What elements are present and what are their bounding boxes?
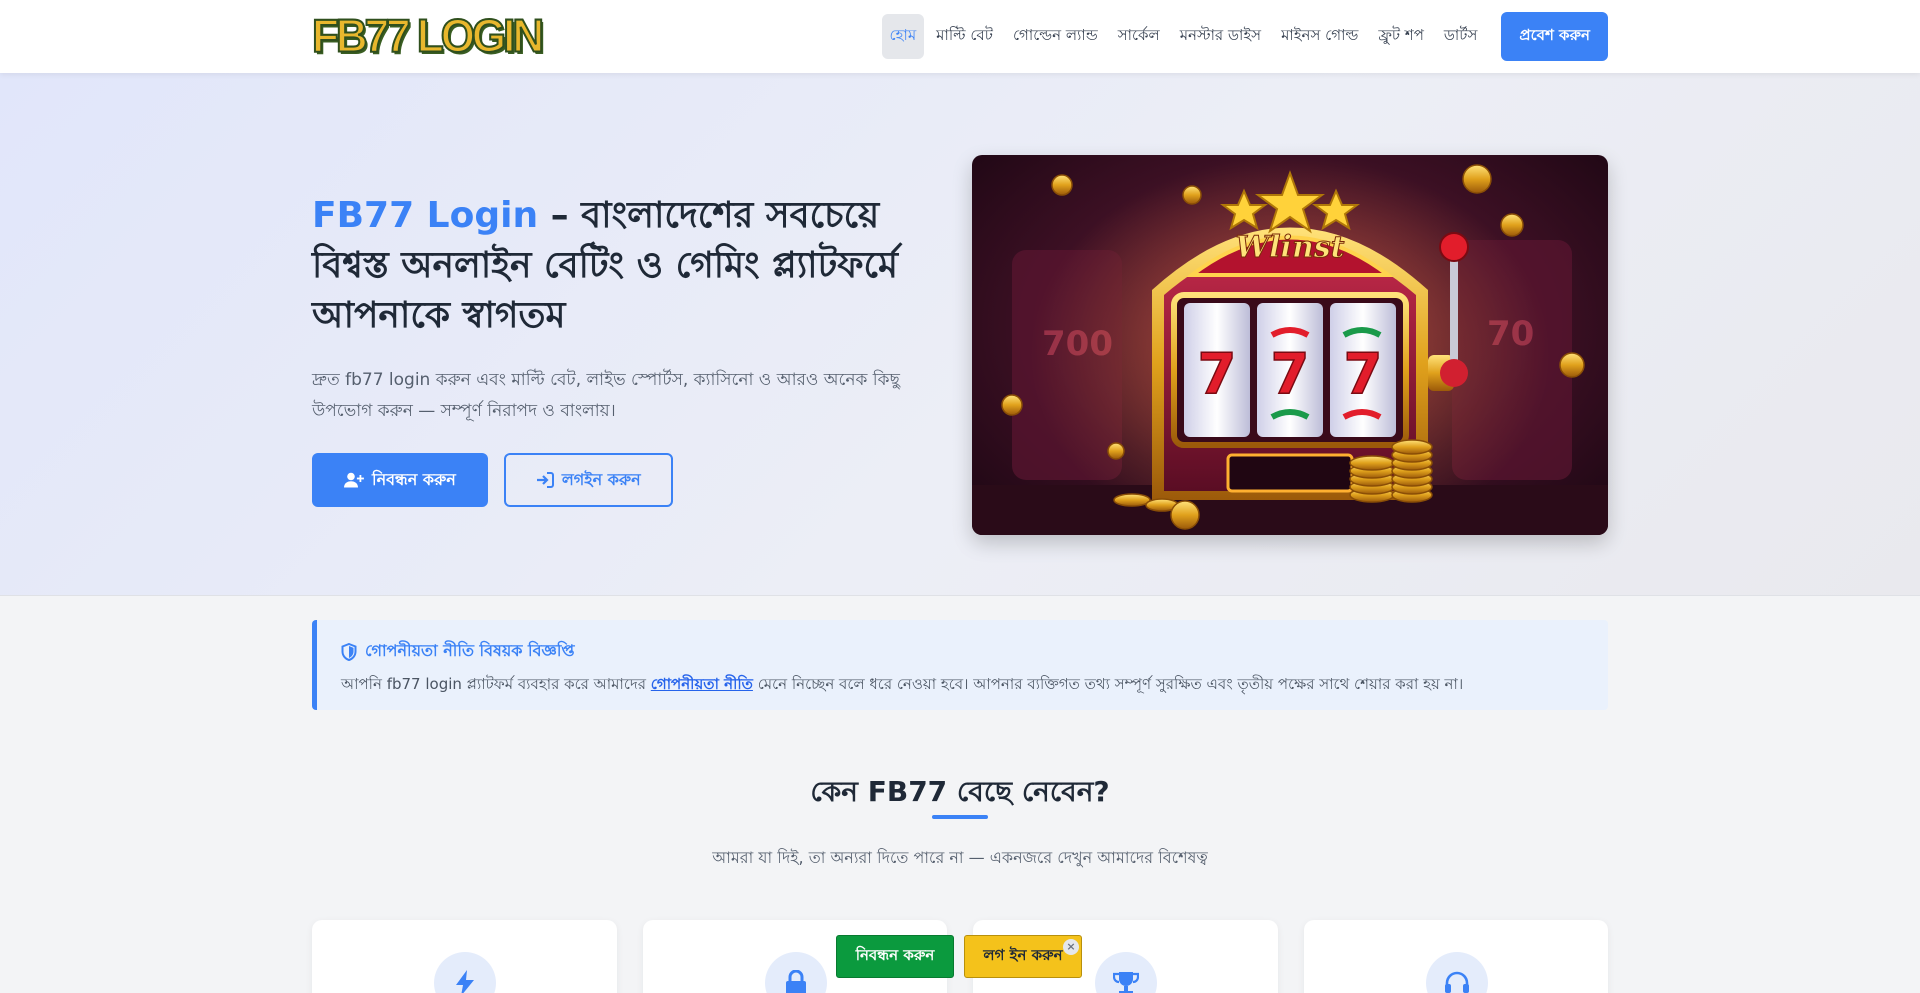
floating-action-bar: নিবন্ধন করুন লগ ইন করুন ×: [836, 935, 1082, 978]
header-inner: FB77 LOGIN হোম মাল্টি বেট গোল্ডেন ল্যান্…: [311, 0, 1608, 73]
slot-machine-illustration: 700 70 Wlinst 7 7 7: [972, 155, 1608, 535]
slot-sign-text: Wlinst: [1235, 230, 1344, 265]
nav-item-darts[interactable]: ডার্টস: [1436, 14, 1485, 59]
hero-text: FB77 Login – বাংলাদেশের সবচেয়ে বিশ্বস্ত…: [312, 191, 932, 507]
bolt-icon: [434, 952, 496, 993]
privacy-notice-body-after: মেনে নিচ্ছেন বলে ধরে নেওয়া হবে। আপনার ব…: [752, 675, 1464, 693]
nav-item-home[interactable]: হোম: [881, 14, 925, 59]
hero-section: FB77 Login – বাংলাদেশের সবচেয়ে বিশ্বস্ত…: [0, 73, 1920, 596]
lock-icon: [764, 952, 827, 993]
feature-card-speed: [312, 920, 617, 993]
svg-text:7: 7: [1198, 342, 1237, 407]
site-header: FB77 LOGIN হোম মাল্টি বেট গোল্ডেন ল্যান্…: [0, 0, 1920, 73]
svg-text:7: 7: [1344, 342, 1383, 407]
register-button-label: নিবন্ধন করুন: [372, 469, 456, 489]
login-button[interactable]: লগইন করুন: [503, 453, 673, 507]
svg-text:7: 7: [1271, 342, 1310, 407]
privacy-notice-body: আপনি fb77 login প্ল্যাটফর্ম ব্যবহার করে …: [341, 673, 1584, 698]
main-nav: হোম মাল্টি বেট গোল্ডেন ল্যান্ড সার্কেল ম…: [881, 12, 1608, 61]
privacy-notice-title: গোপনীয়তা নীতি বিষয়ক বিজ্ঞপ্তি: [341, 638, 1584, 665]
nav-item-golden-land[interactable]: গোল্ডেন ল্যান্ড: [1005, 14, 1106, 59]
floating-register-button[interactable]: নিবন্ধন করুন: [836, 935, 954, 978]
privacy-notice: গোপনীয়তা নীতি বিষয়ক বিজ্ঞপ্তি আপনি fb7…: [312, 620, 1608, 710]
headset-icon: [1425, 952, 1488, 993]
trophy-icon: [1095, 952, 1157, 993]
user-plus-icon: [344, 472, 364, 488]
close-icon[interactable]: ×: [1063, 939, 1079, 955]
hero-title-brand: FB77 Login: [312, 195, 539, 236]
title-underline: [932, 815, 988, 819]
site-logo[interactable]: FB77 LOGIN: [311, 12, 545, 60]
nav-item-fruit-shop[interactable]: ফ্রুট শপ: [1370, 14, 1432, 59]
why-choose-title: কেন FB77 বেছে নেবেন?: [810, 775, 1110, 808]
hero-buttons: নিবন্ধন করুন লগইন করুন: [312, 453, 932, 507]
why-choose-subtitle: আমরা যা দিই, তা অন্যরা দিতে পারে না — এক…: [712, 848, 1208, 867]
register-button[interactable]: নিবন্ধন করুন: [312, 453, 488, 507]
login-button-label: লগইন করুন: [561, 469, 641, 489]
privacy-policy-link[interactable]: গোপনীয়তা নীতি: [651, 675, 753, 693]
nav-item-multi-bet[interactable]: মাল্টি বেট: [928, 14, 1001, 59]
nav-item-mines-gold[interactable]: মাইনস গোল্ড: [1273, 14, 1366, 59]
nav-item-monster-dice[interactable]: মনস্টার ডাইস: [1172, 14, 1269, 59]
sign-in-icon: [536, 472, 554, 488]
privacy-notice-body-before: আপনি fb77 login প্ল্যাটফর্ম ব্যবহার করে …: [341, 675, 651, 693]
slot-machine-image: 700 70 Wlinst 7 7 7: [972, 155, 1608, 535]
feature-card-support: [1303, 920, 1608, 993]
nav-item-circle[interactable]: সার্কেল: [1110, 14, 1168, 59]
enter-button[interactable]: প্রবেশ করুন: [1501, 12, 1608, 61]
hero-subtitle: দ্রুত fb77 login করুন এবং মাল্টি বেট, লা…: [312, 370, 900, 421]
hero-title: FB77 Login – বাংলাদেশের সবচেয়ে বিশ্বস্ত…: [312, 191, 932, 341]
floating-login-label: লগ ইন করুন: [983, 946, 1063, 964]
floating-login-button[interactable]: লগ ইন করুন ×: [964, 935, 1082, 978]
privacy-notice-title-text: গোপনীয়তা নীতি বিষয়ক বিজ্ঞপ্তি: [365, 641, 575, 660]
shield-icon: [341, 642, 357, 661]
